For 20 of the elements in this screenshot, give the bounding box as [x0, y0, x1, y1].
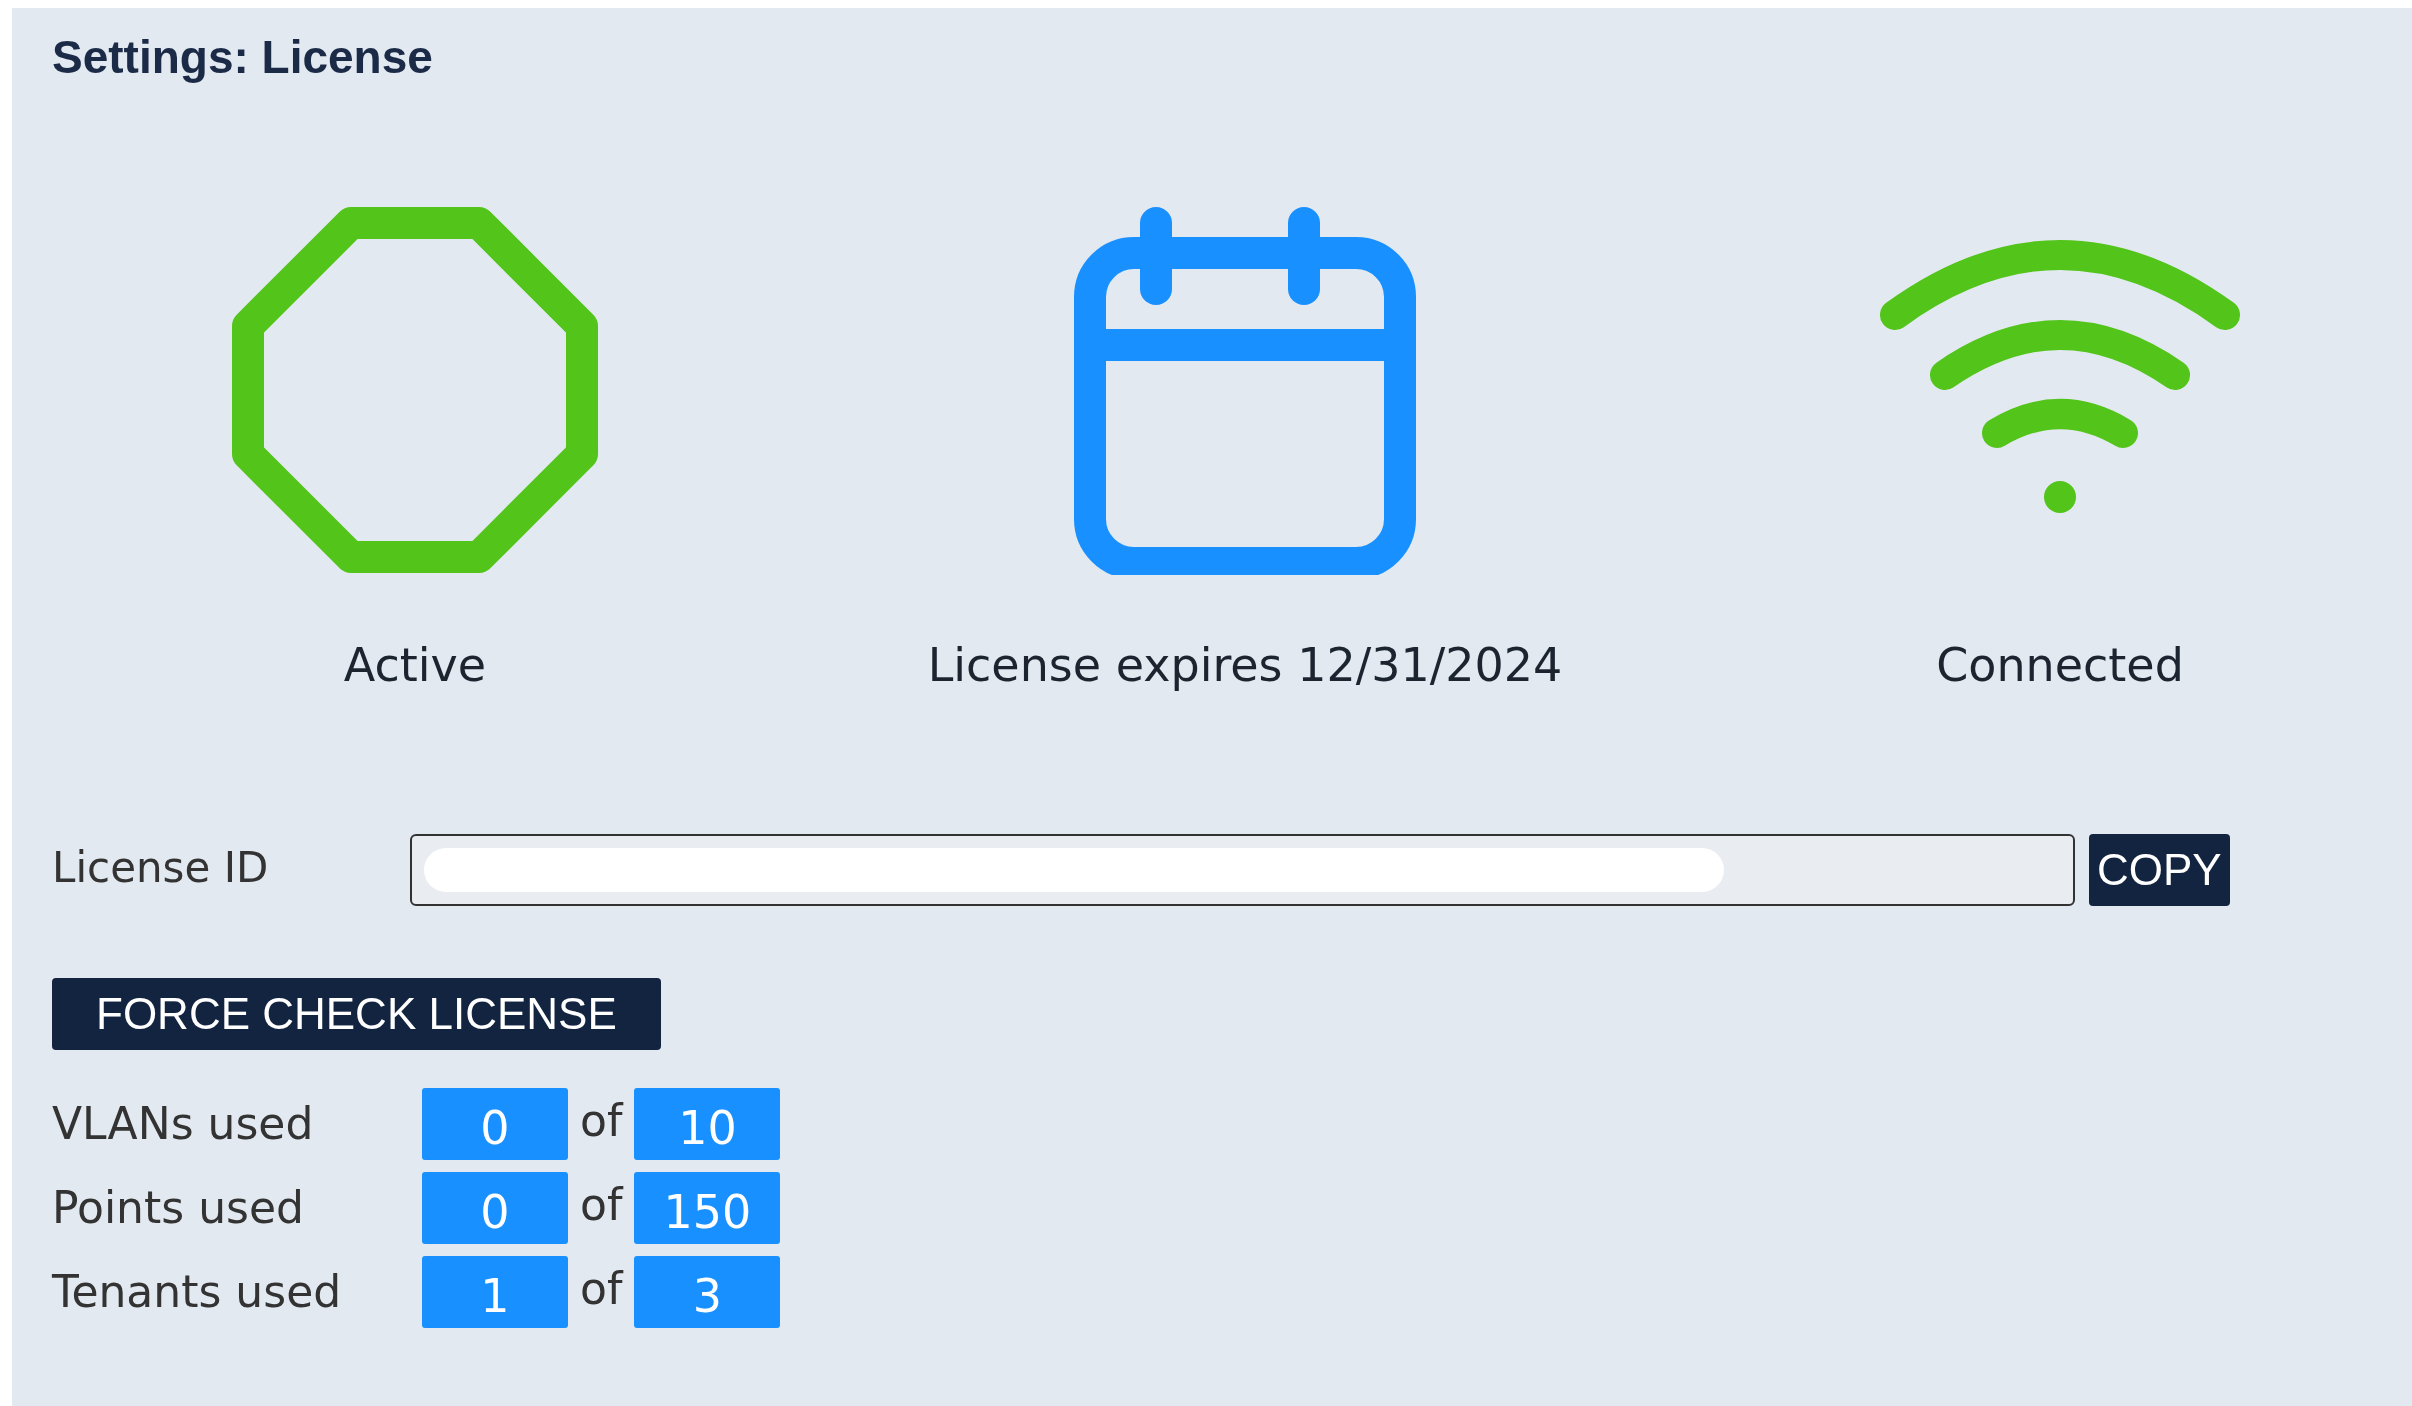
license-id-label: License ID	[52, 842, 270, 895]
usage-label: Tenants used	[52, 1265, 343, 1320]
of-text: of	[580, 1262, 623, 1317]
limit-count: 150	[634, 1172, 781, 1245]
of-text: of	[580, 1178, 623, 1233]
used-count: 1	[422, 1256, 568, 1329]
status-label: Active	[343, 637, 487, 695]
usage-label: VLANs used	[52, 1097, 315, 1152]
status-label: License expires 12/31/2024	[927, 637, 1563, 695]
copy-button[interactable]: COPY	[2089, 834, 2230, 907]
of-text: of	[580, 1094, 623, 1149]
used-count: 0	[422, 1088, 568, 1161]
used-count: 0	[422, 1172, 568, 1245]
limit-count: 3	[634, 1256, 781, 1329]
usage-label: Points used	[52, 1181, 305, 1236]
limit-count: 10	[634, 1088, 781, 1161]
license-id-field[interactable]	[410, 834, 2075, 907]
page-title: Settings: License	[52, 30, 434, 85]
force-check-license-button[interactable]: FORCE CHECK LICENSE	[52, 978, 661, 1051]
status-label: Connected	[1936, 637, 2184, 695]
